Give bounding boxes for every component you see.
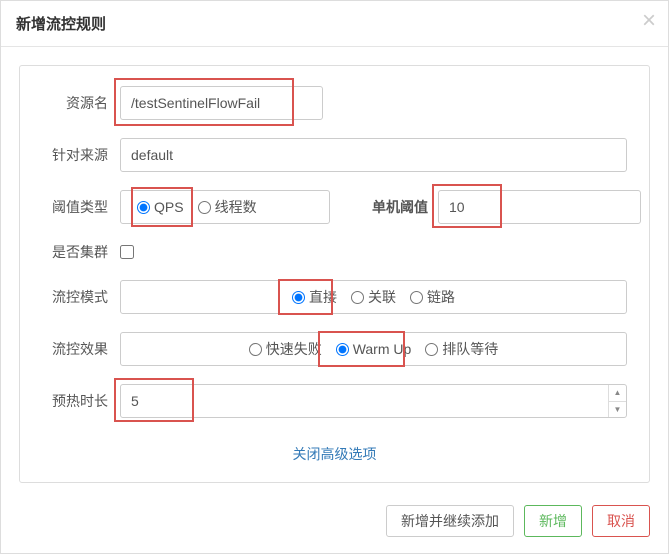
radio-warmup-label: Warm Up bbox=[353, 341, 412, 357]
radio-chain-input[interactable] bbox=[410, 291, 423, 304]
radio-chain[interactable]: 链路 bbox=[410, 287, 455, 307]
radio-fastfail-input[interactable] bbox=[249, 343, 262, 356]
row-warmup-time: 预热时长 ▲ ▼ bbox=[42, 384, 627, 418]
label-threshold-type: 阈值类型 bbox=[42, 197, 120, 217]
radio-warmup-input[interactable] bbox=[336, 343, 349, 356]
close-icon[interactable]: × bbox=[642, 7, 656, 35]
spinner-buttons: ▲ ▼ bbox=[608, 385, 626, 417]
radio-queue-input[interactable] bbox=[425, 343, 438, 356]
flow-mode-group: 直接 关联 链路 bbox=[120, 280, 627, 314]
radio-relate[interactable]: 关联 bbox=[351, 287, 396, 307]
label-single-threshold: 单机阈值 bbox=[370, 197, 438, 217]
spinner-down-icon[interactable]: ▼ bbox=[609, 402, 626, 418]
modal-title: 新增流控规则 bbox=[16, 13, 653, 34]
form-panel: 资源名 针对来源 阈值类型 QPS bbox=[19, 65, 650, 483]
cancel-button[interactable]: 取消 bbox=[592, 505, 650, 537]
modal-footer: 新增并继续添加 新增 取消 bbox=[1, 493, 668, 553]
radio-fastfail-label: 快速失败 bbox=[266, 339, 322, 359]
radio-direct-label: 直接 bbox=[309, 287, 337, 307]
cluster-checkbox[interactable] bbox=[120, 245, 134, 259]
modal-body: 资源名 针对来源 阈值类型 QPS bbox=[1, 47, 668, 493]
radio-fastfail[interactable]: 快速失败 bbox=[249, 339, 322, 359]
radio-qps[interactable]: QPS bbox=[137, 199, 184, 215]
add-button[interactable]: 新增 bbox=[524, 505, 582, 537]
row-source: 针对来源 bbox=[42, 138, 627, 172]
radio-threads-label: 线程数 bbox=[215, 197, 257, 217]
resource-input[interactable] bbox=[120, 86, 323, 120]
single-threshold-input[interactable] bbox=[438, 190, 641, 224]
label-source: 针对来源 bbox=[42, 145, 120, 165]
label-flow-effect: 流控效果 bbox=[42, 339, 120, 359]
radio-direct-input[interactable] bbox=[292, 291, 305, 304]
source-input[interactable] bbox=[120, 138, 627, 172]
toggle-advanced-link[interactable]: 关闭高级选项 bbox=[42, 436, 627, 468]
label-resource: 资源名 bbox=[42, 93, 120, 113]
radio-relate-label: 关联 bbox=[368, 287, 396, 307]
flow-effect-group: 快速失败 Warm Up 排队等待 bbox=[120, 332, 627, 366]
row-flow-mode: 流控模式 直接 关联 链路 bbox=[42, 280, 627, 314]
flow-rule-modal: 新增流控规则 × 资源名 针对来源 阈值类型 bbox=[0, 0, 669, 554]
label-cluster: 是否集群 bbox=[42, 242, 120, 262]
radio-queue[interactable]: 排队等待 bbox=[425, 339, 498, 359]
radio-relate-input[interactable] bbox=[351, 291, 364, 304]
radio-threads[interactable]: 线程数 bbox=[198, 197, 257, 217]
spinner-up-icon[interactable]: ▲ bbox=[609, 385, 626, 402]
row-cluster: 是否集群 bbox=[42, 242, 627, 262]
row-flow-effect: 流控效果 快速失败 Warm Up 排队等待 bbox=[42, 332, 627, 366]
radio-qps-label: QPS bbox=[154, 199, 184, 215]
modal-header: 新增流控规则 × bbox=[1, 1, 668, 47]
label-flow-mode: 流控模式 bbox=[42, 287, 120, 307]
label-warmup-time: 预热时长 bbox=[42, 391, 120, 411]
radio-threads-input[interactable] bbox=[198, 201, 211, 214]
radio-chain-label: 链路 bbox=[427, 287, 455, 307]
row-resource: 资源名 bbox=[42, 86, 627, 120]
add-continue-button[interactable]: 新增并继续添加 bbox=[386, 505, 514, 537]
radio-qps-input[interactable] bbox=[137, 201, 150, 214]
warmup-time-input[interactable] bbox=[120, 384, 627, 418]
radio-warmup[interactable]: Warm Up bbox=[336, 341, 412, 357]
threshold-type-group: QPS 线程数 bbox=[120, 190, 330, 224]
radio-queue-label: 排队等待 bbox=[442, 339, 498, 359]
row-threshold: 阈值类型 QPS 线程数 单机阈值 bbox=[42, 190, 627, 224]
radio-direct[interactable]: 直接 bbox=[292, 287, 337, 307]
